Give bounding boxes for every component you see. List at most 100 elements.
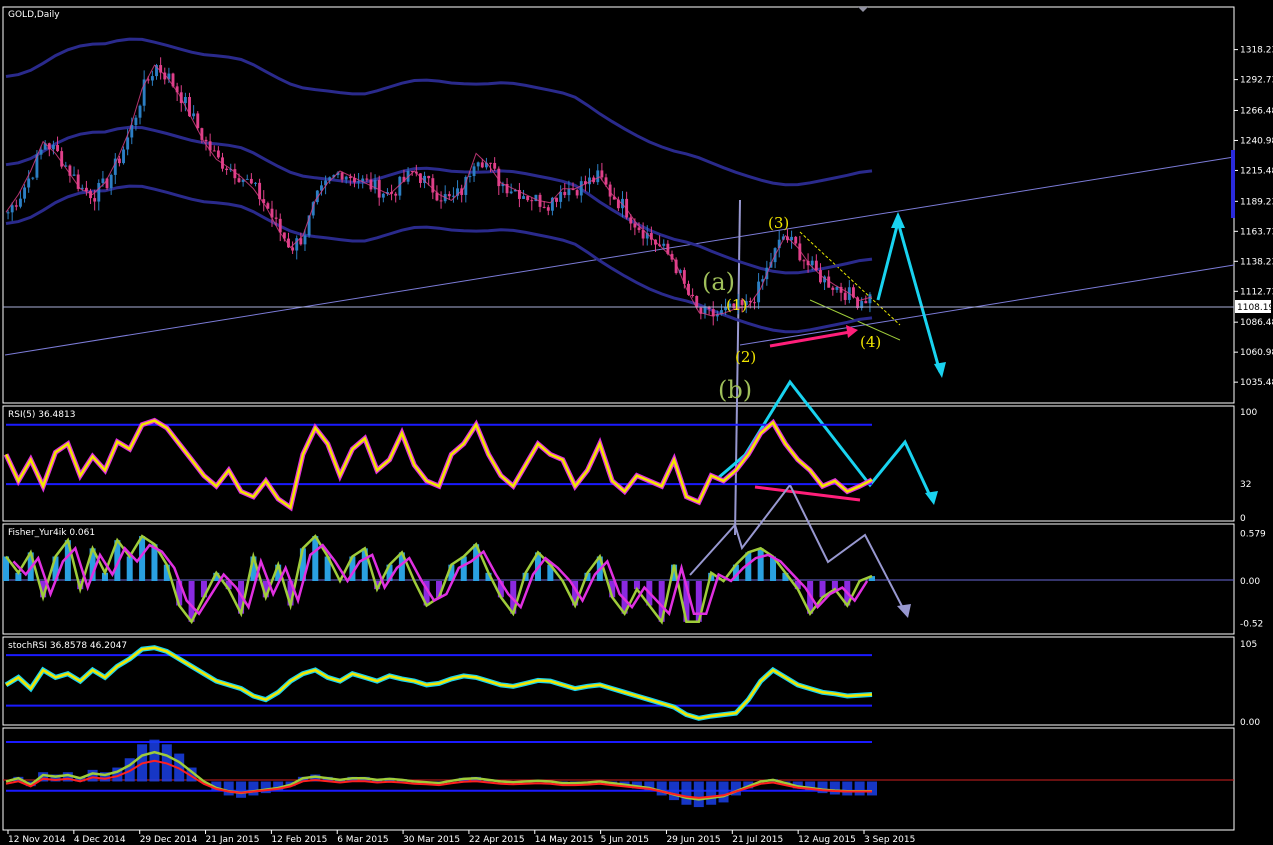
fisher-arrowhead [897,604,911,618]
candle-body [344,176,348,180]
candle-body [575,190,579,196]
candle-body [340,172,344,180]
stochrsi-y-tick-label: 105 [1240,640,1257,650]
stochrsi-y-tick-label: 0.00 [1240,718,1260,728]
candle-body [14,205,18,207]
candle-body [691,294,695,296]
candle-body [233,169,237,179]
candle-body [245,178,249,180]
macd-histogram-bar [706,781,717,805]
candle-body [196,113,200,129]
y-tick-label: 1035.48 [1240,378,1273,388]
candle-body [72,174,76,176]
macd-histogram-bar [223,781,234,796]
candle-body [23,187,27,199]
rsi-panel-frame [2,405,1235,522]
rsi-arrowhead [925,491,938,505]
x-axis-ticks: 12 Nov 2014 4 Dec 2014 29 Dec 2014 21 Jan 2… [7,830,915,845]
candle-body [39,149,43,155]
candle-body [150,76,154,81]
candle-body [254,182,257,184]
candle-body [365,178,369,180]
fisher-y-tick-label: -0.52 [1240,619,1263,629]
scroll-marker-icon[interactable] [858,7,868,12]
annotations-layer [3,156,1235,781]
x-tick-label: 12 Feb 2015 [271,835,327,845]
macd-histogram-bar [248,781,259,796]
x-tick-label: 21 Jan 2015 [206,835,260,845]
projection-arrowhead-top [891,212,905,228]
macd-line [5,750,872,801]
y-tick-label: 1138.23 [1240,257,1273,267]
y-tick-label: 1112.73 [1240,287,1273,297]
candle-body [249,178,253,184]
candle-body [633,223,637,228]
candle-body [183,97,187,104]
x-tick-label: 12 Aug 2015 [798,835,856,845]
candle-body [18,198,22,207]
x-tick-label: 12 Nov 2014 [8,835,66,845]
fisher-y-tick-label: 0.579 [1240,530,1266,540]
x-tick-label: 22 Apr 2015 [469,835,525,845]
candle-body [567,189,571,196]
candle-body [369,179,373,190]
candle-body [480,162,484,168]
x-tick-label: 6 Mar 2015 [337,835,388,845]
candle-body [431,178,435,193]
candle-body [225,168,229,170]
candle-body [192,113,196,117]
macd-histogram-bar [829,781,840,795]
candle-body [489,162,492,164]
zigzag-line [5,64,873,317]
candle-body [579,181,583,196]
candle-body [546,207,550,211]
candle-body [814,260,818,271]
rsi-y-tick-label: 0 [1240,514,1246,524]
macd-signal-line [5,759,872,799]
candle-body [10,205,14,213]
candle-body [303,235,307,245]
candle-body [274,217,278,219]
candle-body [97,182,101,202]
candle-body [530,200,534,202]
chart-canvas[interactable]: GOLD,Daily RSI(5) 36.4813 Fisher_Yur4ik … [0,0,1273,845]
candle-body [31,177,35,179]
candle-body [600,170,604,178]
candle-body [56,145,59,152]
wave-label-4: (4) [860,333,881,351]
candle-body [831,287,835,290]
candle-body [237,178,241,183]
macd-histogram-bar [854,781,865,796]
x-tick-label: 21 Jul 2015 [732,835,783,845]
candle-body [662,243,666,246]
candle-body [703,306,707,314]
candle-body [476,162,480,167]
wave-label-2: (2) [735,348,756,366]
fisher-y-tick-label: 0.00 [1240,577,1260,587]
stochrsi-series: 105 0.00 [4,640,1260,728]
fisher-histogram-bar [757,548,764,581]
y-axis-ticks: 1318.23 1292.73 1266.48 1240.98 1215.48 1189.… [1234,46,1273,388]
main-chart-title: GOLD,Daily [8,10,60,20]
candle-body [794,236,798,244]
candle-body [27,178,31,188]
candle-body [447,194,451,197]
candle-body [753,302,756,304]
candle-body [629,217,633,224]
candle-body [559,191,563,202]
candle-body [109,174,113,189]
candle-body [51,145,55,150]
y-tick-label: 1163.73 [1240,227,1273,237]
price-scale-handle[interactable] [1231,150,1235,218]
macd-histogram-bar [867,781,877,796]
wave-label-3: (3) [768,214,789,232]
candle-body [212,150,216,152]
y-tick-label: 1266.48 [1240,106,1273,116]
macd-histogram-bar [693,781,704,808]
candle-body [439,200,443,202]
fisher-histogram-bar [460,556,467,581]
candle-body [138,105,142,118]
y-tick-label: 1060.98 [1240,348,1273,358]
candle-body [790,236,794,241]
y-tick-label: 1086.48 [1240,318,1273,328]
